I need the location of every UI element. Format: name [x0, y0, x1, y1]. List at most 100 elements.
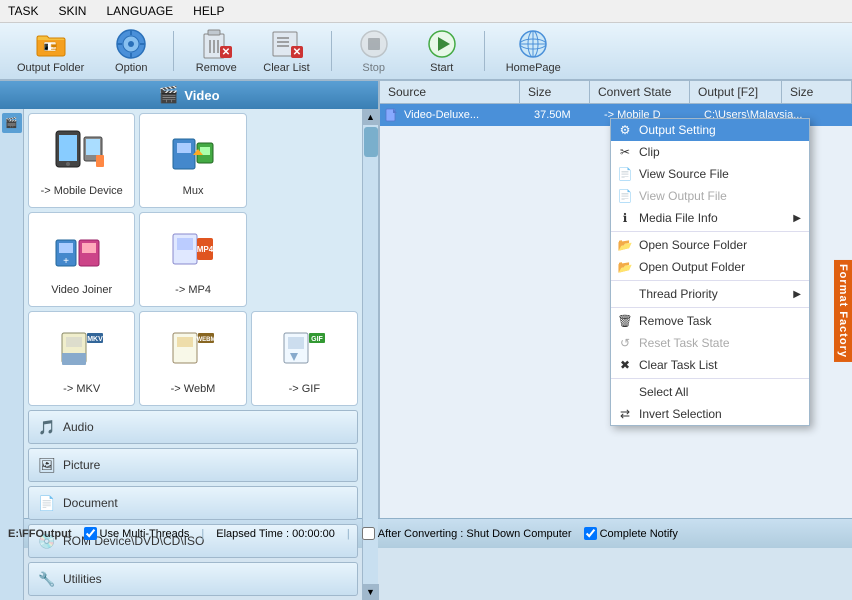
ctx-output-setting[interactable]: ⚙ Output Setting [611, 119, 809, 141]
main-area: 🎬 Video 🎬 [0, 81, 852, 518]
picture-label: Picture [63, 458, 100, 472]
webm-cell[interactable]: WEBM -> WebM [139, 311, 246, 406]
ctx-media-file-info[interactable]: ℹ Media File Info ▶ [611, 207, 809, 229]
output-path: E:\FFOutput [8, 528, 72, 540]
output-folder-icon: 📱🖥 [35, 28, 67, 60]
ctx-invert-icon: ⇄ [617, 406, 633, 422]
stop-label: Stop [362, 62, 385, 74]
ctx-clip-label: Clip [639, 145, 660, 159]
ctx-reset-label: Reset Task State [639, 336, 730, 350]
ctx-open-source-label: Open Source Folder [639, 238, 747, 252]
gif-icon: GIF [274, 323, 334, 383]
format-factory-label: Format Factory [834, 260, 852, 362]
start-button[interactable]: Start [412, 23, 472, 79]
grid-area: -> Mobile Device Mux [24, 109, 362, 600]
right-panel-outer: Source Size Convert State Output [F2] Si… [380, 81, 852, 518]
col-header-output: Output [F2] [690, 81, 782, 103]
ctx-open-source-icon: 📂 [617, 237, 633, 253]
option-button[interactable]: Option [101, 23, 161, 79]
clear-list-button[interactable]: ✕ Clear List [254, 23, 318, 79]
mkv-label: -> MKV [63, 383, 100, 395]
menu-help[interactable]: HELP [189, 2, 228, 20]
svg-text:GIF: GIF [311, 336, 323, 343]
document-label: Document [63, 496, 118, 510]
notify-check[interactable]: Complete Notify [584, 527, 678, 540]
option-label: Option [115, 62, 147, 74]
elapsed-time: Elapsed Time : 00:00:00 [216, 528, 335, 540]
homepage-button[interactable]: HomePage [497, 23, 570, 79]
scroll-thumb[interactable] [364, 127, 378, 157]
scroll-up-button[interactable]: ▲ [363, 109, 379, 125]
clear-list-label: Clear List [263, 62, 309, 74]
ctx-thread-icon [617, 286, 633, 302]
right-content: Video-Deluxe... 37.50M -> Mobile D C:\Us… [380, 104, 852, 518]
ctx-open-source-folder[interactable]: 📂 Open Source Folder [611, 234, 809, 256]
audio-category[interactable]: 🎵 Audio [28, 410, 358, 444]
mp4-icon: MP4 [163, 224, 223, 284]
start-label: Start [430, 62, 453, 74]
multithreads-check[interactable]: Use Multi-Threads [84, 527, 190, 540]
ctx-view-output-icon: 📄 [617, 188, 633, 204]
file-source: Video-Deluxe... [404, 109, 534, 121]
video-joiner-cell[interactable]: + Video Joiner [28, 212, 135, 307]
remove-button[interactable]: ✕ Remove [186, 23, 246, 79]
picture-icon: 🖼 [37, 455, 57, 475]
left-panel-header: 🎬 Video [0, 81, 378, 109]
mp4-cell[interactable]: MP4 -> MP4 [139, 212, 246, 307]
remove-icon: ✕ [200, 28, 232, 60]
utilities-icon: 🔧 [37, 569, 57, 589]
start-icon [426, 28, 458, 60]
multithreads-label: Use Multi-Threads [100, 528, 190, 540]
ctx-open-output-icon: 📂 [617, 259, 633, 275]
remove-label: Remove [196, 62, 237, 74]
picture-category[interactable]: 🖼 Picture [28, 448, 358, 482]
utilities-category[interactable]: 🔧 Utilities [28, 562, 358, 596]
notify-checkbox[interactable] [584, 527, 597, 540]
mkv-icon: MKV [52, 323, 112, 383]
ctx-reset-task-state: ↺ Reset Task State [611, 332, 809, 354]
gif-cell[interactable]: GIF -> GIF [251, 311, 358, 406]
shutdown-checkbox[interactable] [362, 527, 375, 540]
ctx-open-output-folder[interactable]: 📂 Open Output Folder [611, 256, 809, 278]
notify-label: Complete Notify [600, 528, 678, 540]
mobile-device-cell[interactable]: -> Mobile Device [28, 113, 135, 208]
col-header-source: Source [380, 81, 520, 103]
svg-text:+: + [63, 256, 69, 267]
document-category[interactable]: 📄 Document [28, 486, 358, 520]
multithreads-checkbox[interactable] [84, 527, 97, 540]
toolbar-divider-2 [331, 31, 332, 71]
toolbar: 📱🖥 Output Folder Option [0, 23, 852, 81]
menu-skin[interactable]: SKIN [54, 2, 90, 20]
ctx-open-output-label: Open Output Folder [639, 260, 745, 274]
ctx-thread-priority[interactable]: Thread Priority ▶ [611, 283, 809, 305]
gif-label: -> GIF [289, 383, 320, 395]
ctx-sep-3 [611, 307, 809, 308]
mux-label: Mux [183, 185, 204, 197]
mux-cell[interactable]: Mux [139, 113, 246, 208]
ctx-clear-task-list[interactable]: ✖ Clear Task List [611, 354, 809, 376]
homepage-label: HomePage [506, 62, 561, 74]
ctx-media-info-icon: ℹ [617, 210, 633, 226]
ctx-clip[interactable]: ✂ Clip [611, 141, 809, 163]
left-panel: 🎬 Video 🎬 [0, 81, 380, 518]
grid-row-3: MKV -> MKV WEBM [28, 311, 358, 406]
stop-button[interactable]: Stop [344, 23, 404, 79]
svg-text:MP4: MP4 [197, 245, 214, 254]
output-folder-label: Output Folder [17, 62, 84, 74]
mkv-cell[interactable]: MKV -> MKV [28, 311, 135, 406]
menubar: TASK SKIN LANGUAGE HELP [0, 0, 852, 23]
webm-label: -> WebM [171, 383, 216, 395]
output-folder-button[interactable]: 📱🖥 Output Folder [8, 23, 93, 79]
video-sidebar-icon[interactable]: 🎬 [2, 113, 22, 133]
shutdown-check[interactable]: After Converting : Shut Down Computer [362, 527, 572, 540]
ctx-select-all[interactable]: Select All [611, 381, 809, 403]
file-row-icon [384, 107, 400, 123]
ctx-view-source-file[interactable]: 📄 View Source File [611, 163, 809, 185]
ctx-select-all-icon [617, 384, 633, 400]
menu-task[interactable]: TASK [4, 2, 42, 20]
ctx-remove-task[interactable]: 🗑 Remove Task [611, 310, 809, 332]
ctx-invert-selection[interactable]: ⇄ Invert Selection [611, 403, 809, 425]
scroll-down-button[interactable]: ▼ [363, 584, 379, 600]
svg-text:✕: ✕ [222, 47, 230, 58]
menu-language[interactable]: LANGUAGE [102, 2, 177, 20]
